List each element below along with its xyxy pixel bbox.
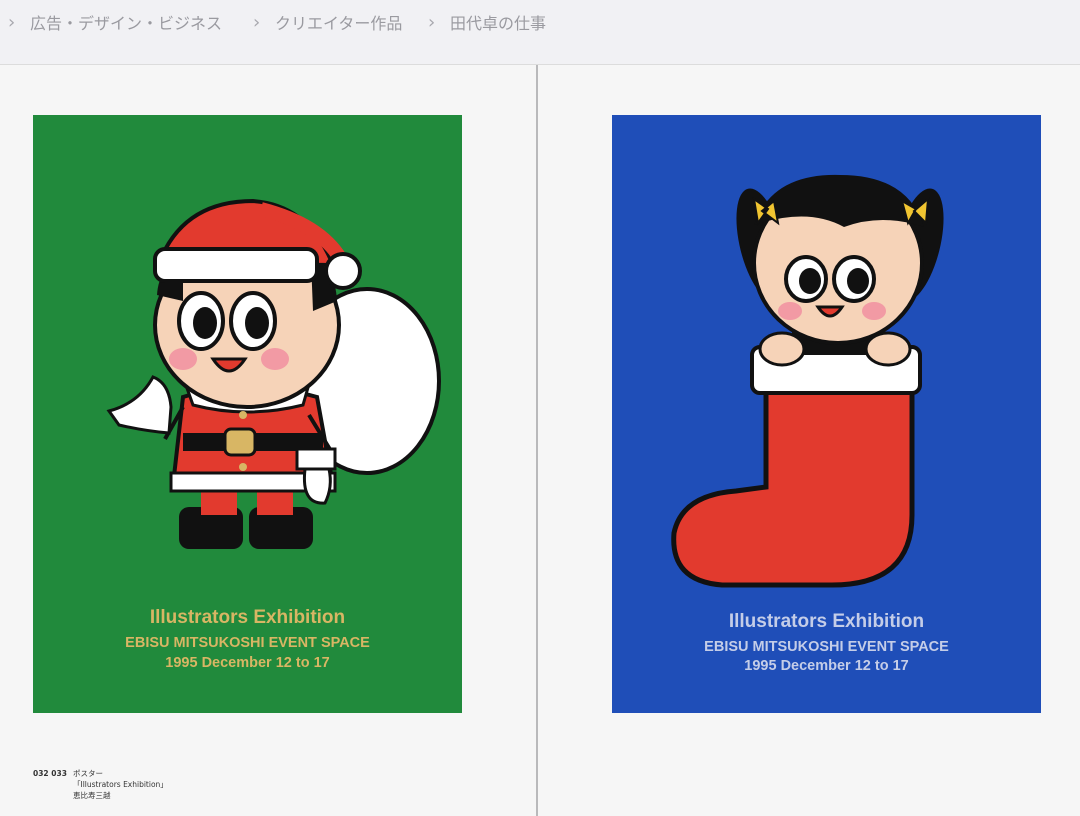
poster-dates: 1995 December 12 to 17: [744, 658, 909, 674]
page-numbers: 032 033: [33, 769, 67, 778]
poster-santa[interactable]: Illustrators Exhibition EBISU MITSUKOSHI…: [33, 115, 462, 713]
breadcrumb-item-creator-works[interactable]: › クリエイター作品: [253, 10, 402, 34]
poster-title: Illustrators Exhibition: [728, 611, 925, 632]
breadcrumb-label: クリエイター作品: [275, 14, 403, 33]
breadcrumb-label: 田代卓の仕事: [450, 14, 547, 33]
caption-title: 「Illustrators Exhibition」: [73, 780, 168, 789]
chevron-right-icon: ›: [8, 11, 16, 33]
page-caption: 032 033 ポスター 「Illustrators Exhibition」 恵比…: [33, 768, 168, 801]
breadcrumb-label: 広告・デザイン・ビジネス: [30, 14, 223, 33]
caption-type: ポスター: [73, 769, 103, 778]
poster-title: Illustrators Exhibition: [149, 607, 346, 628]
poster-stocking[interactable]: Illustrators Exhibition EBISU MITSUKOSHI…: [612, 115, 1041, 713]
page-gutter: [536, 65, 538, 816]
breadcrumb-item-advertising[interactable]: › 広告・デザイン・ビジネス: [8, 10, 222, 34]
poster-venue: EBISU MITSUKOSHI EVENT SPACE: [125, 635, 370, 651]
caption-client: 恵比寿三越: [73, 791, 111, 800]
chevron-right-icon: ›: [253, 11, 261, 33]
poster-dates: 1995 December 12 to 17: [165, 655, 330, 671]
poster-venue: EBISU MITSUKOSHI EVENT SPACE: [704, 639, 949, 655]
breadcrumb-bar: › 広告・デザイン・ビジネス › クリエイター作品 › 田代卓の仕事: [0, 0, 1080, 65]
breadcrumb-item-tashiro-works[interactable]: › 田代卓の仕事: [428, 10, 546, 34]
chevron-right-icon: ›: [428, 11, 436, 33]
